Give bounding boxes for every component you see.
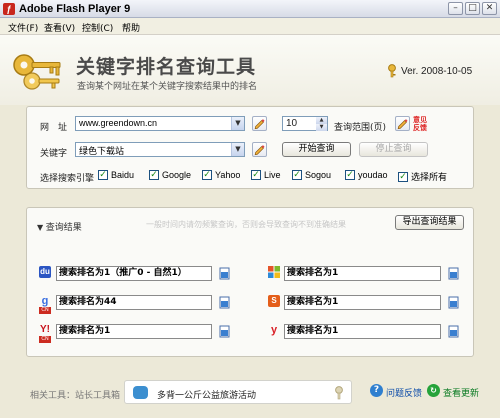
help-icon[interactable]: ? bbox=[370, 384, 383, 397]
range-value: 10 bbox=[286, 118, 298, 129]
cn-badge: CN bbox=[39, 307, 51, 314]
results-title: 查询结果 bbox=[45, 223, 82, 233]
key-icon bbox=[335, 386, 343, 400]
edit-keyword-button[interactable] bbox=[252, 142, 267, 157]
menu-file[interactable]: 文件(F) bbox=[8, 21, 38, 34]
keyword-combobox[interactable]: 绿色下载站 ▼ bbox=[75, 142, 245, 157]
cn-badge: CN bbox=[39, 336, 51, 343]
feedback-link-2[interactable]: 反馈 bbox=[413, 125, 427, 132]
check-icon: ✓ bbox=[98, 170, 108, 180]
range-stepper[interactable]: 10 ▲ ▼ bbox=[282, 116, 328, 131]
result-youdao: 搜索排名为1 bbox=[284, 324, 441, 339]
related-tools-label: 相关工具：站长工具箱 bbox=[30, 391, 121, 401]
feedback-link-1[interactable]: 意见 bbox=[413, 117, 427, 124]
engine-checkbox-youdao[interactable]: ✓ youdao bbox=[345, 170, 388, 180]
start-query-button[interactable]: 开始查询 bbox=[282, 142, 351, 157]
engines-label: 选择搜索引擎 bbox=[40, 174, 95, 184]
keyword-value: 绿色下载站 bbox=[79, 146, 125, 156]
engine-checkbox-select-all[interactable]: ✓ 选择所有 bbox=[398, 170, 447, 183]
app-description: 查询某个网址在某个关键字搜索结果中的排名 bbox=[77, 82, 258, 92]
result-sogou: 搜索排名为1 bbox=[284, 295, 441, 310]
document-icon[interactable] bbox=[448, 267, 459, 280]
baidu-icon: du bbox=[39, 266, 51, 278]
live-icon bbox=[268, 266, 280, 278]
document-icon[interactable] bbox=[219, 325, 230, 338]
result-google: 搜索排名为44 bbox=[56, 295, 212, 310]
check-update-link[interactable]: 查看更新 bbox=[443, 386, 479, 399]
window-title: Adobe Flash Player 9 bbox=[19, 3, 131, 15]
result-live: 搜索排名为1 bbox=[284, 266, 441, 281]
engine-checkbox-sogou[interactable]: ✓ Sogou bbox=[292, 170, 331, 180]
version-label: Ver. 2008-10-05 bbox=[401, 65, 473, 77]
stepper-up-icon[interactable]: ▲ bbox=[316, 117, 327, 124]
title-bar: ƒ Adobe Flash Player 9 – □ ✕ bbox=[0, 0, 500, 18]
engine-checkbox-baidu[interactable]: ✓ Baidu bbox=[98, 170, 134, 180]
key-icon bbox=[388, 64, 396, 78]
pencil-icon bbox=[254, 119, 265, 130]
check-icon: ✓ bbox=[398, 171, 408, 182]
message-box[interactable]: 多背一公斤公益旅游活动 bbox=[124, 380, 352, 404]
check-icon: ✓ bbox=[149, 170, 159, 180]
yahoo-icon: Y! bbox=[40, 324, 50, 335]
url-value: www.greendown.cn bbox=[79, 118, 158, 128]
keyword-label: 关键字 bbox=[40, 149, 68, 159]
engine-checkbox-yahoo[interactable]: ✓ Yahoo bbox=[202, 170, 240, 180]
document-icon[interactable] bbox=[219, 267, 230, 280]
url-label: 网 址 bbox=[40, 123, 68, 133]
app-name: 关键字排名查询工具 bbox=[76, 56, 257, 78]
stepper-down-icon[interactable]: ▼ bbox=[316, 124, 327, 131]
minimize-button[interactable]: – bbox=[448, 2, 463, 15]
edit-url-button[interactable] bbox=[252, 116, 267, 131]
chevron-down-icon[interactable]: ▼ bbox=[231, 117, 244, 130]
feedback-edit-button[interactable] bbox=[395, 116, 410, 131]
engine-checkbox-live[interactable]: ✓ Live bbox=[251, 170, 281, 180]
check-icon: ✓ bbox=[292, 170, 302, 180]
flash-player-icon: ƒ bbox=[3, 3, 15, 15]
export-results-button[interactable]: 导出查询结果 bbox=[395, 215, 464, 230]
close-button[interactable]: ✕ bbox=[482, 2, 497, 15]
chevron-down-icon[interactable]: ▼ bbox=[231, 143, 244, 156]
refresh-icon[interactable]: ↻ bbox=[427, 384, 440, 397]
engine-checkbox-google[interactable]: ✓ Google bbox=[149, 170, 191, 180]
youdao-icon: y bbox=[270, 324, 278, 336]
document-icon[interactable] bbox=[448, 325, 459, 338]
url-combobox[interactable]: www.greendown.cn ▼ bbox=[75, 116, 245, 131]
check-icon: ✓ bbox=[251, 170, 261, 180]
document-icon[interactable] bbox=[219, 296, 230, 309]
results-hint: 一般时间内请勿频繁查询，否则会导致查询不到准确结果 bbox=[146, 220, 346, 229]
results-toggle[interactable]: ▼ 查询结果 bbox=[37, 220, 82, 233]
header-banner: 关键字排名查询工具 查询某个网址在某个关键字搜索结果中的排名 Ver. 2008… bbox=[0, 35, 500, 105]
keys-logo-icon bbox=[13, 54, 61, 90]
result-baidu: 搜索排名为1（推广0 - 自然1） bbox=[56, 266, 212, 281]
message-text[interactable]: 多背一公斤公益旅游活动 bbox=[157, 388, 256, 401]
result-yahoo: 搜索排名为1 bbox=[56, 324, 212, 339]
range-label: 查询范围(页) bbox=[334, 123, 387, 133]
menu-help[interactable]: 帮助 bbox=[122, 21, 140, 34]
menu-view[interactable]: 查看(V) bbox=[44, 21, 75, 34]
stop-query-button[interactable]: 停止查询 bbox=[359, 142, 428, 157]
menu-bar: 文件(F) 查看(V) 控制(C) 帮助 bbox=[0, 18, 500, 35]
document-icon[interactable] bbox=[448, 296, 459, 309]
sogou-icon: S bbox=[268, 295, 280, 307]
menu-control[interactable]: 控制(C) bbox=[82, 21, 113, 34]
pencil-icon bbox=[254, 145, 265, 156]
google-icon: g bbox=[41, 295, 49, 307]
pencil-icon bbox=[397, 119, 408, 130]
maximize-button[interactable]: □ bbox=[465, 2, 480, 15]
check-icon: ✓ bbox=[202, 170, 212, 180]
check-icon: ✓ bbox=[345, 170, 355, 180]
chat-bubble-icon bbox=[133, 386, 148, 399]
feedback-link[interactable]: 问题反馈 bbox=[386, 386, 422, 399]
